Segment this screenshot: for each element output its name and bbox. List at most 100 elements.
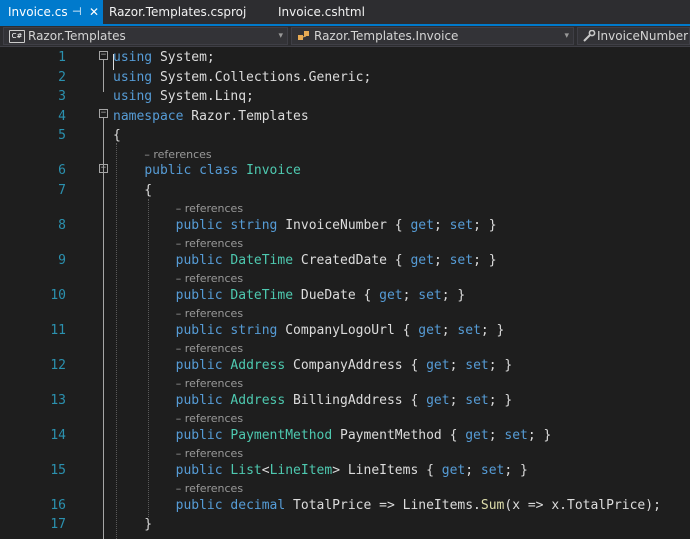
code-token: ; } bbox=[504, 462, 528, 478]
code-token: ; } bbox=[488, 357, 513, 373]
codelens-references[interactable]: – references bbox=[176, 342, 243, 356]
pin-icon[interactable]: ⊣ bbox=[72, 0, 82, 24]
collapse-using-icon[interactable]: − bbox=[99, 51, 108, 60]
keyword-token: using bbox=[113, 89, 153, 104]
keyword-token: get bbox=[410, 217, 434, 233]
outline-line bbox=[103, 173, 104, 529]
tab-invoice-cs[interactable]: Invoice.cs ⊣ ✕ bbox=[0, 0, 103, 24]
code-editor[interactable]: 1 using System; 2 using System.Collections.… bbox=[0, 47, 690, 539]
close-icon[interactable]: ✕ bbox=[89, 0, 99, 24]
line-number: 6 bbox=[58, 163, 66, 178]
code-token: ; bbox=[402, 287, 419, 303]
code-line[interactable]: public class Invoice bbox=[113, 163, 301, 179]
keyword-token: set bbox=[465, 357, 489, 373]
keyword-token: using bbox=[113, 50, 153, 65]
keyword-token: public bbox=[175, 287, 223, 303]
codelens-references[interactable]: – references bbox=[176, 202, 243, 216]
type-token: PaymentMethod bbox=[230, 427, 333, 443]
tab-invoice-cshtml[interactable]: Invoice.cshtml bbox=[270, 0, 380, 24]
collapse-namespace-icon[interactable]: − bbox=[99, 109, 108, 118]
keyword-token: get bbox=[379, 287, 403, 303]
keyword-token: class bbox=[199, 163, 239, 178]
code-token: System.Collections.Generic; bbox=[152, 69, 372, 85]
codelens-references[interactable]: – references bbox=[144, 148, 211, 162]
keyword-token: public bbox=[175, 252, 223, 268]
line-number: 14 bbox=[50, 427, 66, 443]
codelens-references[interactable]: – references bbox=[176, 447, 243, 461]
code-token: ; bbox=[465, 462, 481, 478]
codelens-references[interactable]: – references bbox=[176, 237, 243, 251]
code-line[interactable]: public Address BillingAddress { get; set… bbox=[113, 392, 513, 409]
line-number: 11 bbox=[50, 322, 66, 338]
chevron-down-icon: ▾ bbox=[564, 31, 569, 41]
code-line[interactable]: public PaymentMethod PaymentMethod { get… bbox=[113, 427, 552, 444]
keyword-token: set bbox=[449, 217, 474, 233]
code-token: > LineItems { bbox=[332, 462, 442, 478]
tab-razor-templates-csproj[interactable]: Razor.Templates.csproj bbox=[103, 0, 253, 24]
code-line[interactable]: public DateTime CreatedDate { get; set; … bbox=[113, 253, 497, 269]
collapse-class-icon[interactable]: − bbox=[99, 164, 108, 173]
code-line[interactable]: namespace Razor.Templates bbox=[113, 109, 309, 125]
type-token: DateTime bbox=[230, 252, 294, 268]
keyword-token: public bbox=[175, 322, 223, 338]
codelens-references[interactable]: – references bbox=[176, 307, 243, 321]
code-line[interactable]: { bbox=[113, 183, 152, 199]
codelens-references[interactable]: – references bbox=[176, 412, 243, 426]
code-line[interactable]: public decimal TotalPrice => LineItems.S… bbox=[113, 498, 661, 514]
code-line[interactable]: using System.Collections.Generic; bbox=[113, 70, 371, 86]
code-line[interactable]: public Address CompanyAddress { get; set… bbox=[113, 357, 513, 374]
member-dropdown-label: InvoiceNumber bbox=[597, 29, 689, 43]
keyword-token: set bbox=[504, 427, 528, 443]
line-number: 2 bbox=[58, 69, 66, 85]
code-token: DueDate { bbox=[293, 287, 380, 303]
code-line[interactable]: public string InvoiceNumber { get; set; … bbox=[113, 218, 497, 234]
tab-label: Invoice.cshtml bbox=[278, 5, 365, 19]
type-token: Address bbox=[230, 357, 286, 373]
type-dropdown[interactable]: Razor.Templates.Invoice ▾ bbox=[291, 27, 574, 45]
code-token: ; } bbox=[473, 217, 497, 233]
line-number: 8 bbox=[58, 217, 66, 233]
code-token: ; bbox=[488, 427, 505, 443]
code-token: { bbox=[113, 182, 153, 198]
code-token: PaymentMethod { bbox=[332, 427, 466, 443]
member-dropdown[interactable]: InvoiceNumber bbox=[577, 27, 690, 45]
keyword-token: set bbox=[418, 287, 442, 303]
tab-label: Invoice.cs bbox=[8, 5, 68, 19]
keyword-token: get bbox=[441, 462, 466, 478]
code-token: ; bbox=[449, 392, 466, 408]
code-line[interactable]: public string CompanyLogoUrl { get; set;… bbox=[113, 322, 505, 339]
csharp-project-icon: C# bbox=[9, 30, 25, 43]
keyword-token: public bbox=[175, 392, 223, 408]
keyword-token: get bbox=[418, 322, 442, 338]
code-line[interactable]: { bbox=[113, 128, 121, 144]
code-token: TotalPrice => LineItems. bbox=[285, 497, 481, 513]
code-token: } bbox=[113, 517, 153, 532]
type-token: Invoice bbox=[246, 163, 301, 178]
code-line[interactable]: } bbox=[113, 517, 152, 533]
codelens-references[interactable]: – references bbox=[176, 377, 243, 391]
code-token: ; bbox=[433, 252, 450, 268]
keyword-token: set bbox=[457, 322, 481, 338]
codelens-references[interactable]: – references bbox=[176, 272, 243, 286]
keyword-token: public bbox=[175, 357, 223, 373]
code-token: CreatedDate { bbox=[293, 252, 411, 268]
keyword-token: decimal bbox=[230, 497, 286, 513]
navigation-bar: C# Razor.Templates ▾ Razor.Templates.Inv… bbox=[0, 26, 690, 47]
codelens-references[interactable]: – references bbox=[176, 482, 243, 496]
keyword-token: get bbox=[410, 252, 434, 268]
code-line[interactable]: using System.Linq; bbox=[113, 89, 254, 105]
line-number: 10 bbox=[50, 287, 66, 303]
code-line[interactable]: public DateTime DueDate { get; set; } bbox=[113, 287, 466, 304]
type-dropdown-label: Razor.Templates.Invoice bbox=[314, 29, 459, 43]
keyword-token: string bbox=[230, 217, 278, 233]
outline-line bbox=[103, 60, 104, 92]
project-dropdown[interactable]: C# Razor.Templates ▾ bbox=[3, 27, 288, 45]
class-icon bbox=[297, 30, 311, 44]
code-line[interactable]: using System; bbox=[113, 50, 215, 66]
code-line[interactable]: public List<LineItem> LineItems { get; s… bbox=[113, 463, 528, 479]
type-token: DateTime bbox=[230, 287, 294, 303]
